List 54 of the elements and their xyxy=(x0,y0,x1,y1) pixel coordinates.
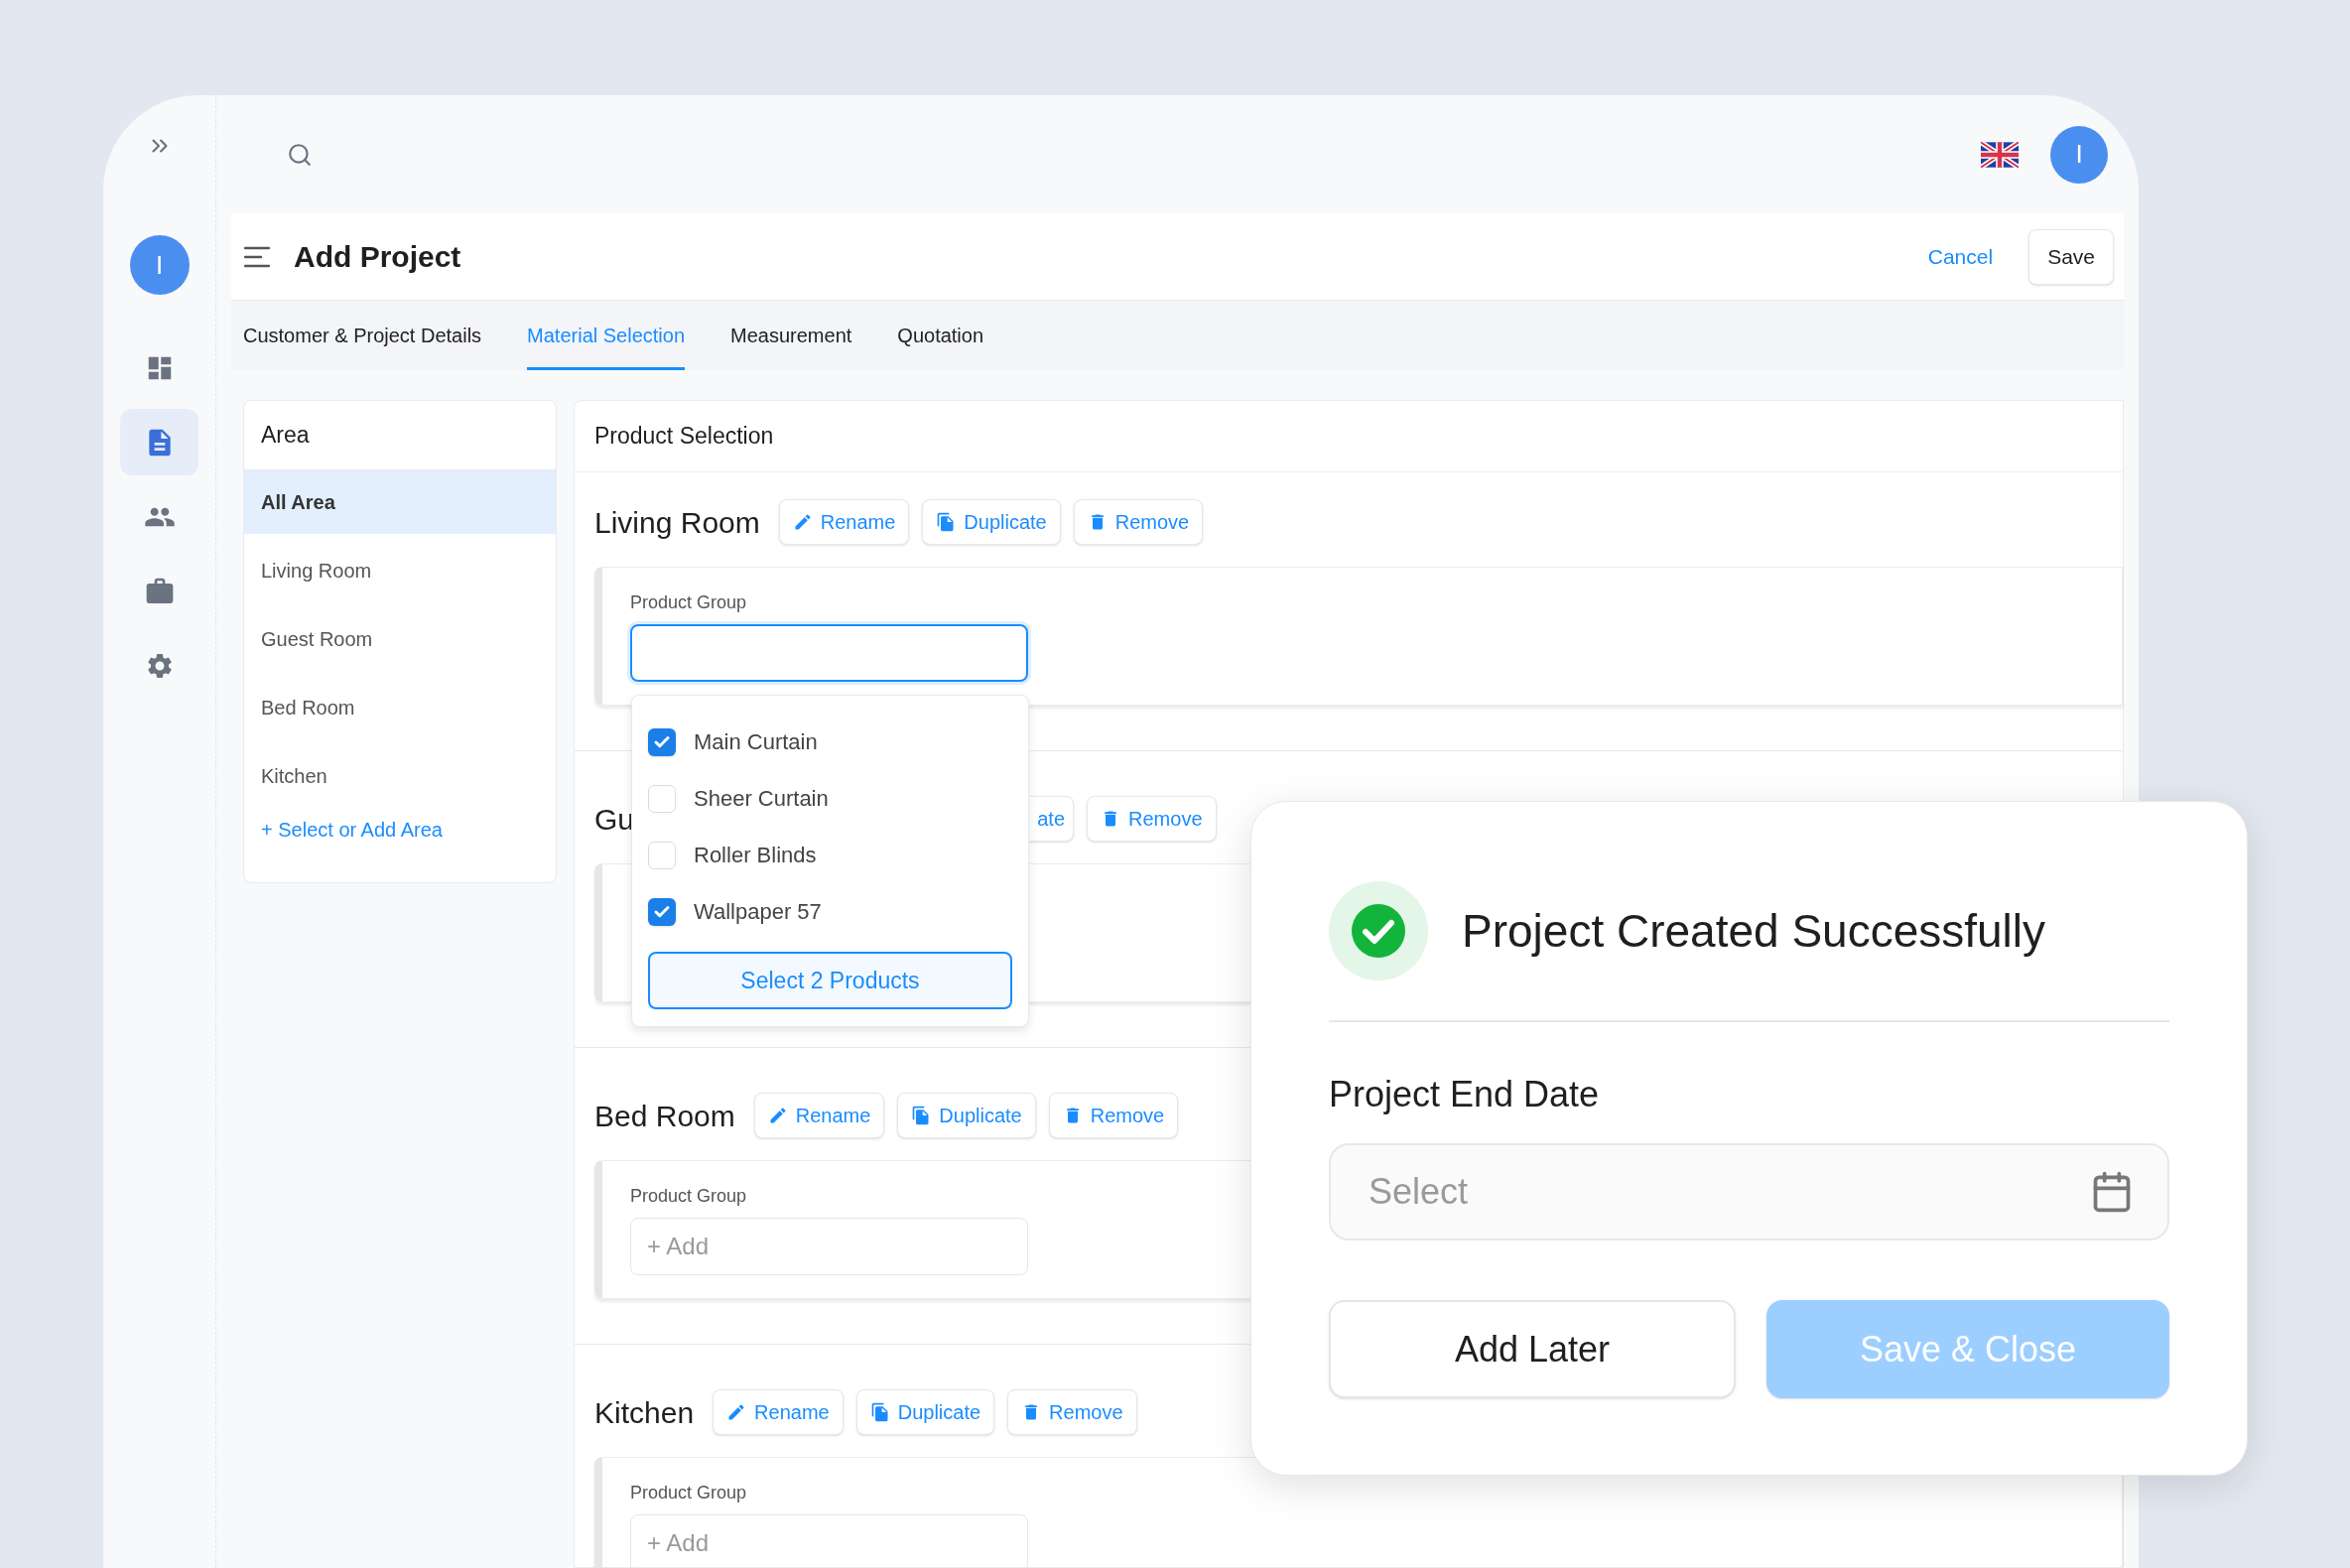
field-label: Product Group xyxy=(630,1482,747,1504)
area-item[interactable]: Kitchen xyxy=(244,744,556,808)
remove-button[interactable]: Remove xyxy=(1073,499,1204,545)
user-avatar[interactable]: I xyxy=(2050,125,2108,184)
field-label: Product Group xyxy=(630,1185,747,1208)
page-title: Add Project xyxy=(294,239,461,275)
product-option[interactable]: Main Curtain xyxy=(648,714,1012,770)
room-title: Living Room xyxy=(594,504,760,541)
tab[interactable]: Measurement xyxy=(730,301,852,370)
cancel-button[interactable]: Cancel xyxy=(1927,240,1994,273)
end-date-field[interactable]: Select xyxy=(1329,1143,2169,1241)
product-option[interactable]: Sheer Curtain xyxy=(648,770,1012,827)
remove-button[interactable]: Remove xyxy=(1007,1389,1137,1435)
rename-button[interactable]: Rename xyxy=(713,1389,844,1435)
user-avatar[interactable]: I xyxy=(129,235,190,295)
add-area-link[interactable]: + Select or Add Area xyxy=(244,815,556,845)
area-item[interactable]: All Area xyxy=(244,470,556,534)
product-option[interactable]: Roller Blinds xyxy=(648,827,1012,883)
save-button[interactable]: Save xyxy=(2028,228,2114,285)
room-title: Bed Room xyxy=(594,1098,735,1134)
search-icon[interactable] xyxy=(287,141,313,168)
uk-flag-icon[interactable] xyxy=(1981,141,2019,168)
field-label: Project End Date xyxy=(1329,1073,1601,1116)
menu-icon[interactable] xyxy=(244,245,270,268)
checkbox[interactable] xyxy=(648,784,676,813)
success-check-icon xyxy=(1329,881,1428,980)
duplicate-button[interactable]: Duplicate xyxy=(897,1093,1036,1138)
product-group-field[interactable] xyxy=(630,624,1028,682)
remove-button[interactable]: Remove xyxy=(1048,1093,1179,1138)
rename-button[interactable]: Rename xyxy=(778,499,910,545)
copy-icon xyxy=(936,512,957,532)
dialog-title: Project Created Successfully xyxy=(1462,903,2046,959)
checkbox[interactable] xyxy=(648,897,676,926)
add-later-button[interactable]: Add Later xyxy=(1329,1300,1736,1398)
area-item[interactable]: Bed Room xyxy=(244,676,556,739)
area-item[interactable]: Living Room xyxy=(244,539,556,602)
tab[interactable]: Material Selection xyxy=(527,301,686,370)
copy-icon xyxy=(911,1106,932,1125)
field-label: Product Group xyxy=(630,591,747,614)
checkbox[interactable] xyxy=(648,841,676,869)
duplicate-button[interactable]: Duplicate xyxy=(922,499,1061,545)
room-title: Kitchen xyxy=(594,1394,695,1431)
tab[interactable]: Quotation xyxy=(897,301,984,370)
panel-title: Area xyxy=(261,421,310,451)
remove-button[interactable]: Remove xyxy=(1087,796,1217,842)
copy-icon xyxy=(869,1402,890,1422)
duplicate-button[interactable]: Duplicate xyxy=(855,1389,995,1435)
select-products-button[interactable]: Select 2 Products xyxy=(648,952,1012,1009)
tab[interactable]: Customer & Project Details xyxy=(243,301,482,370)
checkbox[interactable] xyxy=(648,727,676,756)
rename-button[interactable]: Rename xyxy=(753,1093,885,1138)
product-option[interactable]: Wallpaper 57 xyxy=(648,883,1012,940)
area-item[interactable]: Guest Room xyxy=(244,607,556,671)
panel-title: Product Selection xyxy=(594,422,774,452)
